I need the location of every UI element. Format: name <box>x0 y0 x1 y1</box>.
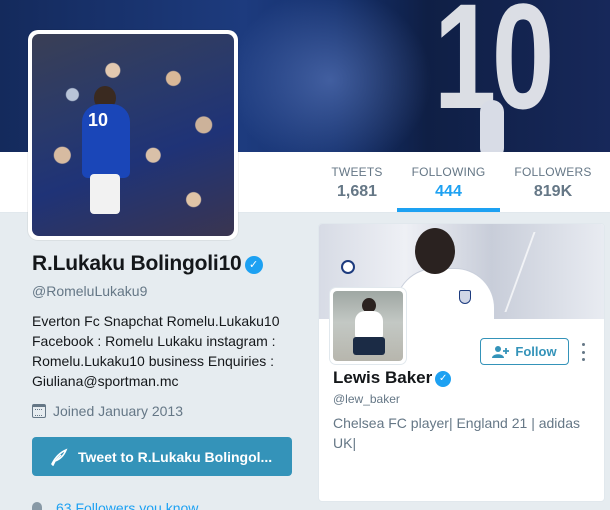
avatar-shirt-number: 10 <box>88 110 109 130</box>
more-dot <box>581 350 585 354</box>
followers-you-know-link[interactable]: 63 Followers you know <box>32 500 198 510</box>
club-badge-icon <box>341 260 355 274</box>
profile-name[interactable]: R.Lukaku Bolingoli10 <box>32 252 242 275</box>
profile-avatar[interactable]: 10 <box>28 30 238 240</box>
user-card-avatar-photo <box>333 291 403 361</box>
verified-badge-icon: ✓ <box>435 371 452 387</box>
user-card-avatar-body <box>355 311 383 339</box>
banner-glow <box>220 0 440 152</box>
more-dot <box>581 343 585 346</box>
banner-shirt <box>395 268 495 319</box>
three-lions-crest-icon <box>459 290 471 304</box>
stat-following-label: FOLLOWING <box>411 165 486 179</box>
profile-name-row: R.Lukaku Bolingoli10 ✓ <box>32 252 263 276</box>
follow-button[interactable]: Follow <box>480 338 569 365</box>
profile-joined-row: Joined January 2013 <box>32 403 183 419</box>
followers-you-know-label: 63 Followers you know <box>56 500 199 510</box>
stat-tweets-value: 1,681 <box>336 183 378 200</box>
user-card-bio: Chelsea FC player| England 21 | adidas U… <box>333 415 580 451</box>
banner-person-head <box>415 228 455 274</box>
stat-following[interactable]: FOLLOWING 444 <box>397 152 500 212</box>
stat-followers-label: FOLLOWERS <box>514 165 592 179</box>
tweet-to-button[interactable]: Tweet to R.Lukaku Bolingol... <box>32 437 292 476</box>
user-card-avatar[interactable] <box>330 288 406 364</box>
verified-badge-icon: ✓ <box>244 256 263 274</box>
avatar-player-legs <box>90 174 120 214</box>
profile-bio: Everton Fc Snapchat Romelu.Lukaku10 Face… <box>32 313 280 389</box>
banner-stripe <box>504 232 604 312</box>
people-icon <box>32 502 42 510</box>
user-card-name[interactable]: Lewis Baker <box>333 368 432 387</box>
stat-following-value: 444 <box>435 183 462 200</box>
user-card-avatar-legs <box>353 337 385 355</box>
stat-tweets[interactable]: TWEETS 1,681 <box>325 152 389 212</box>
follow-user-icon <box>492 345 510 358</box>
tweet-to-button-label: Tweet to R.Lukaku Bolingol... <box>78 448 273 465</box>
stat-tweets-label: TWEETS <box>331 165 383 179</box>
user-card-name-row: Lewis Baker ✓ <box>333 368 452 388</box>
calendar-icon <box>32 404 46 418</box>
stat-followers[interactable]: FOLLOWERS 819K <box>510 152 596 212</box>
quill-icon <box>51 448 68 466</box>
more-vertical-icon[interactable] <box>577 343 589 361</box>
profile-joined-date: Joined January 2013 <box>53 403 183 419</box>
more-dot <box>581 358 585 361</box>
follow-button-label: Follow <box>515 344 557 359</box>
banner-arm <box>480 100 504 152</box>
stat-followers-value: 819K <box>533 183 573 200</box>
user-card-handle[interactable]: @lew_baker <box>333 392 400 406</box>
avatar-photo: 10 <box>32 34 234 236</box>
profile-handle[interactable]: @RomeluLukaku9 <box>32 283 147 299</box>
